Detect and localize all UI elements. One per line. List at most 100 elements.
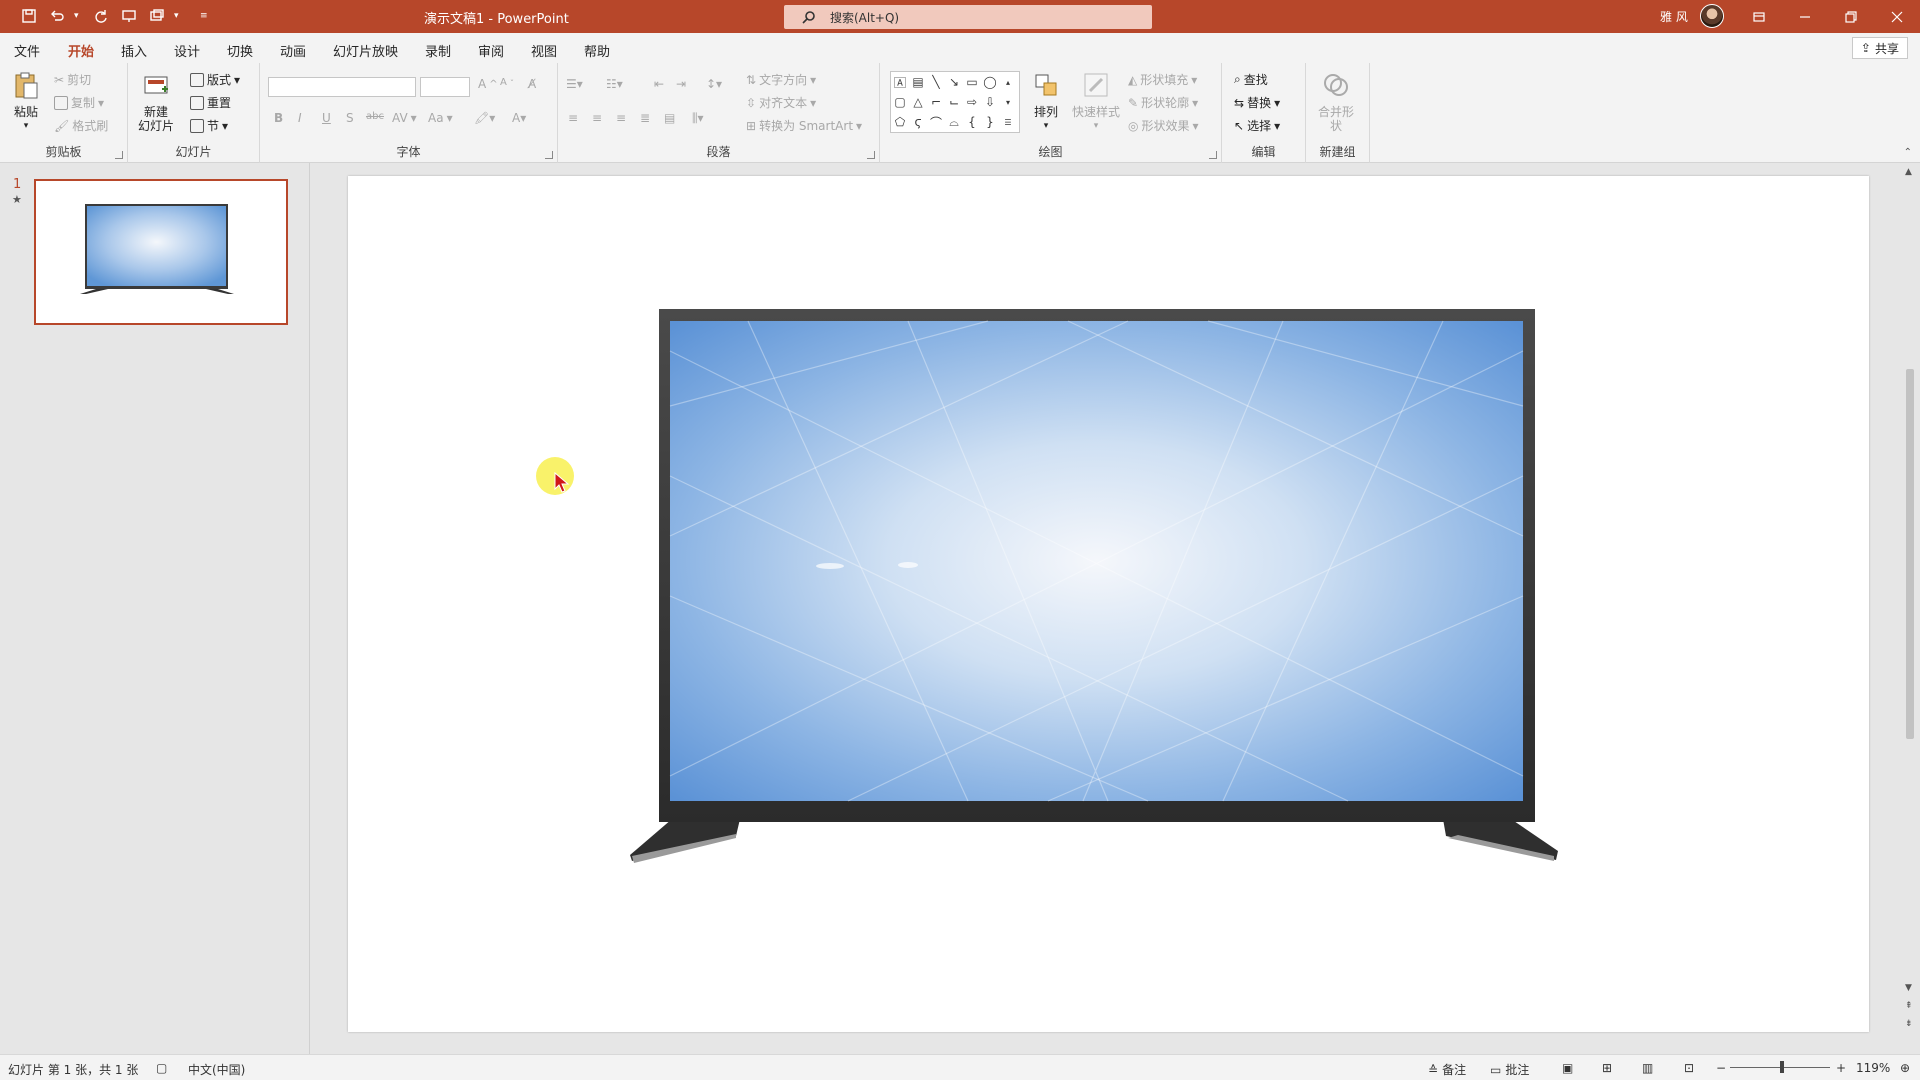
align-left-icon[interactable]: ≡ (568, 111, 578, 125)
next-slide-icon[interactable]: ⇟ (1905, 1019, 1913, 1029)
font-size-combo[interactable] (420, 77, 470, 97)
bullets-icon[interactable]: ☰▾ (566, 77, 583, 91)
gallery-down-icon[interactable]: ▾ (999, 92, 1017, 112)
zoom-in-icon[interactable]: + (1836, 1061, 1846, 1075)
shadow-button[interactable]: S (346, 111, 354, 125)
distribute-icon[interactable]: ▤ (664, 111, 675, 125)
scribble-icon[interactable]: ϛ (909, 112, 927, 132)
slide-thumbnail[interactable] (34, 179, 288, 325)
arc-icon[interactable]: ⌒ (927, 112, 945, 132)
columns-icon[interactable]: ⫼▾ (692, 111, 704, 126)
undo-icon[interactable] (46, 6, 68, 26)
shape-fill-button[interactable]: ◭ 形状填充 ▾ (1128, 71, 1197, 88)
gallery-up-icon[interactable]: ▴ (999, 72, 1017, 92)
paragraph-launcher-icon[interactable] (867, 151, 875, 159)
redo-icon[interactable] (90, 6, 112, 26)
avatar[interactable] (1700, 4, 1724, 28)
clear-formatting-icon[interactable]: A̸ (528, 77, 536, 91)
arrange-button[interactable]: 排列 ▾ (1032, 71, 1060, 133)
decrease-indent-icon[interactable]: ⇤ (654, 77, 664, 91)
rounded-rect-icon[interactable]: ▢ (891, 92, 909, 112)
slide-canvas[interactable] (348, 176, 1869, 1032)
notes-button[interactable]: ≙ 备注 (1428, 1061, 1466, 1078)
freeform-icon[interactable]: ⬠ (891, 112, 909, 132)
save-icon[interactable] (18, 6, 40, 26)
vertical-textbox-icon[interactable]: ▤ (909, 72, 927, 92)
tab-animations[interactable]: 动画 (280, 41, 306, 60)
search-box[interactable]: 搜索(Alt+Q) (784, 5, 1152, 29)
zoom-slider-thumb[interactable] (1780, 1061, 1784, 1073)
comments-button[interactable]: ▭ 批注 (1490, 1061, 1529, 1078)
font-color-icon[interactable]: A▾ (512, 111, 526, 125)
character-spacing-button[interactable]: AV ▾ (392, 111, 417, 125)
down-arrow-icon[interactable]: ⇩ (981, 92, 999, 112)
zoom-level[interactable]: 119% (1856, 1061, 1890, 1075)
find-button[interactable]: ⌕ 查找 (1234, 71, 1268, 88)
fit-to-window-icon[interactable]: ⊕ (1900, 1061, 1910, 1075)
tv-image[interactable] (348, 176, 1869, 1032)
align-center-icon[interactable]: ≡ (592, 111, 602, 125)
normal-view-icon[interactable]: ▣ (1562, 1061, 1573, 1075)
curve-icon[interactable]: ⌓ (945, 112, 963, 132)
bold-button[interactable]: B (274, 111, 283, 125)
share-button[interactable]: ⇪ 共享 (1851, 37, 1908, 59)
left-brace-icon[interactable]: { (963, 112, 981, 132)
italic-button[interactable]: I (298, 111, 302, 125)
underline-button[interactable]: U (322, 111, 331, 125)
tab-transitions[interactable]: 切换 (227, 41, 253, 60)
elbow-connector-icon[interactable]: ⌐ (927, 92, 945, 112)
user-name[interactable]: 雅 风 (1660, 8, 1688, 25)
copy-button[interactable]: 复制 ▾ (54, 94, 104, 111)
smartart-button[interactable]: ⊞ 转换为 SmartArt ▾ (746, 117, 862, 134)
tab-file[interactable]: 文件 (14, 41, 40, 60)
paste-button[interactable]: 粘贴 ▾ (12, 71, 40, 133)
align-right-icon[interactable]: ≡ (616, 111, 626, 125)
vertical-scrollbar[interactable]: ▲ ▼ ⇞ ⇟ (1900, 163, 1920, 1054)
shape-outline-button[interactable]: ✎ 形状轮廓 ▾ (1128, 94, 1198, 111)
slide-sorter-icon[interactable]: ⊞ (1602, 1061, 1612, 1075)
language-indicator[interactable]: 中文(中国) (188, 1061, 245, 1078)
line-icon[interactable]: ╲ (927, 72, 945, 92)
increase-indent-icon[interactable]: ⇥ (676, 77, 686, 91)
justify-icon[interactable]: ≣ (640, 111, 650, 125)
grow-font-button[interactable]: A ^ (478, 77, 498, 91)
curved-connector-icon[interactable]: ⌙ (945, 92, 963, 112)
select-button[interactable]: ↖ 选择 ▾ (1234, 117, 1280, 134)
right-brace-icon[interactable]: } (981, 112, 999, 132)
line-spacing-icon[interactable]: ↕▾ (706, 77, 722, 91)
restore-icon[interactable] (1828, 0, 1874, 33)
collapse-ribbon-icon[interactable]: ⌃ (1904, 147, 1912, 158)
quick-styles-button[interactable]: 快速样式 ▾ (1072, 71, 1120, 133)
slideshow-view-icon[interactable]: ⊡ (1684, 1061, 1694, 1075)
strikethrough-button[interactable]: abc (366, 111, 384, 122)
shapes-gallery[interactable]: 🄰 ▤ ╲ ↘ ▭ ◯ ▴ ▢ △ ⌐ ⌙ ⇨ ⇩ ▾ ⬠ ϛ ⌒ ⌓ { } … (890, 71, 1020, 133)
section-button[interactable]: 节 ▾ (190, 117, 228, 134)
cut-button[interactable]: ✂ 剪切 (54, 71, 91, 88)
text-direction-button[interactable]: ⇅ 文字方向 ▾ (746, 71, 816, 88)
shrink-font-button[interactable]: Aˇ (500, 77, 514, 88)
tab-help[interactable]: 帮助 (584, 41, 610, 60)
undo-dropdown-icon[interactable]: ▾ (74, 11, 84, 21)
gallery-more-icon[interactable]: ☰ (999, 112, 1017, 132)
font-launcher-icon[interactable] (545, 151, 553, 159)
accessibility-icon[interactable]: ▢ (156, 1061, 167, 1075)
right-arrow-icon[interactable]: ⇨ (963, 92, 981, 112)
numbering-icon[interactable]: ☷▾ (606, 77, 623, 91)
close-icon[interactable] (1874, 0, 1920, 33)
format-painter-button[interactable]: 🖌 格式刷 (54, 117, 108, 134)
zoom-out-icon[interactable]: − (1716, 1061, 1726, 1075)
customize-qat-icon[interactable]: ≡ (200, 11, 210, 21)
scroll-down-icon[interactable]: ▼ (1905, 983, 1912, 993)
font-name-combo[interactable] (268, 77, 416, 97)
oval-icon[interactable]: ◯ (981, 72, 999, 92)
highlight-icon[interactable]: 🖍▾ (474, 111, 495, 125)
present-from-start-icon[interactable] (118, 6, 140, 26)
rectangle-icon[interactable]: ▭ (963, 72, 981, 92)
slideshow-dropdown-icon[interactable]: ▾ (174, 11, 184, 21)
replace-button[interactable]: ⇆ 替换 ▾ (1234, 94, 1280, 111)
merge-shapes-button[interactable]: 合并形 状 (1318, 71, 1354, 133)
reset-button[interactable]: 重置 (190, 94, 231, 111)
drawing-launcher-icon[interactable] (1209, 151, 1217, 159)
new-slide-button[interactable]: 新建 幻灯片 (138, 71, 174, 133)
change-case-button[interactable]: Aa ▾ (428, 111, 453, 125)
